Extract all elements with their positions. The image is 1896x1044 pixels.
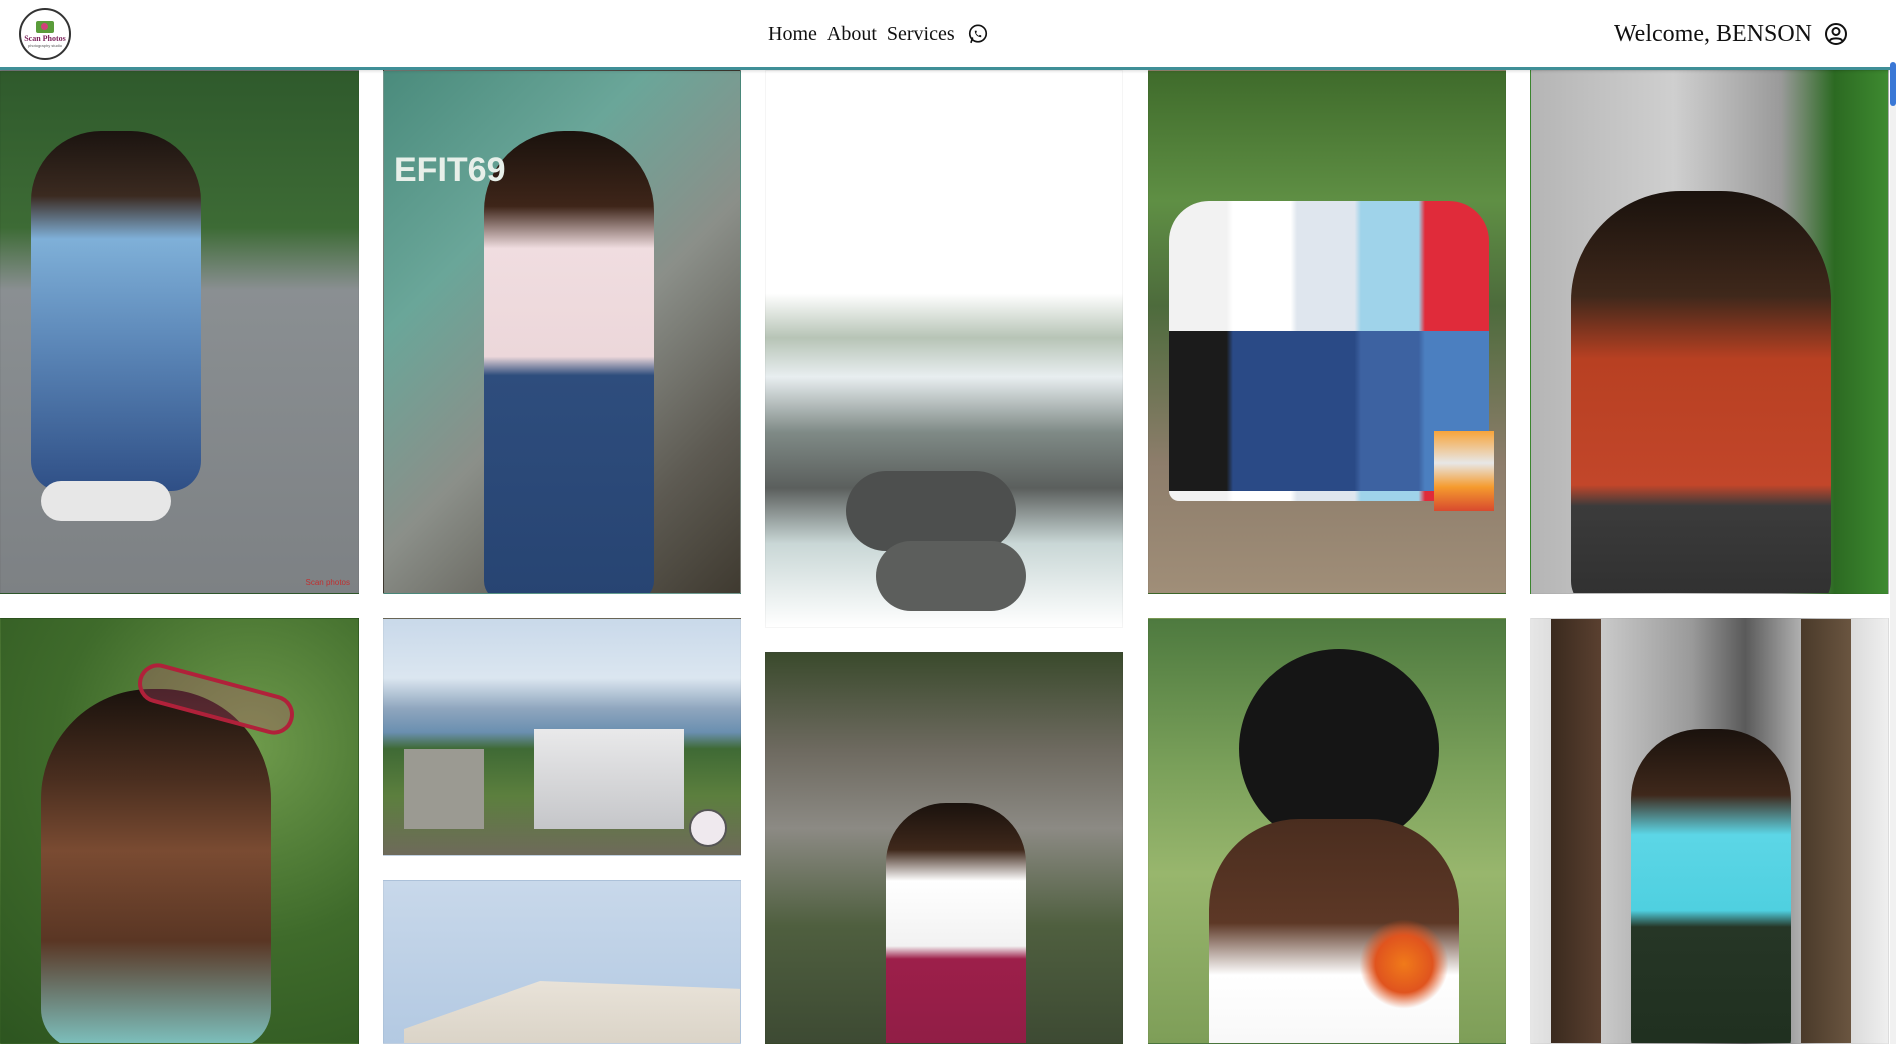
photo-watermark: Scan photos (305, 578, 350, 587)
gallery-photo-waterfall-rocks[interactable] (765, 70, 1123, 628)
whatsapp-icon[interactable] (967, 23, 989, 45)
user-circle-icon[interactable] (1824, 22, 1848, 46)
gallery-photo-woman-flowers[interactable] (1148, 618, 1506, 1044)
gallery-photo-woman-graffiti-wall[interactable]: EFIT69 (383, 70, 741, 594)
welcome-area: Welcome, BENSON (1614, 18, 1848, 50)
nav-links: Home About Services (768, 20, 989, 48)
gallery-photo-woman-red-sweater[interactable] (1530, 70, 1889, 594)
camera-icon (36, 20, 54, 33)
gallery-photo-building-sky[interactable] (383, 880, 741, 1044)
gallery-photo-woman-denim-phone[interactable]: Scan photos (0, 70, 359, 594)
nav-home-link[interactable]: Home (768, 23, 817, 46)
top-navbar: Scan Photos photography studio Home Abou… (0, 0, 1896, 70)
gallery-photo-woman-glasses[interactable] (0, 618, 359, 1044)
gallery-photo-woman-river-rocks[interactable] (765, 652, 1123, 1044)
scrollbar-track[interactable] (1890, 70, 1896, 1044)
brand-logo-subtext: photography studio (27, 42, 63, 48)
nav-services-link[interactable]: Services (887, 23, 955, 46)
scrollbar-thumb[interactable] (1890, 62, 1896, 106)
nav-about-link[interactable]: About (827, 23, 877, 46)
gallery-photo-group-friends[interactable] (1148, 70, 1506, 594)
gallery-photo-woman-tree[interactable] (1530, 618, 1889, 1044)
brand-logo[interactable]: Scan Photos photography studio (19, 8, 71, 60)
brand-logo-text: Scan Photos (24, 33, 66, 43)
gallery-photo-town-lake-view[interactable] (383, 618, 741, 856)
welcome-text: Welcome, BENSON (1613, 20, 1812, 47)
